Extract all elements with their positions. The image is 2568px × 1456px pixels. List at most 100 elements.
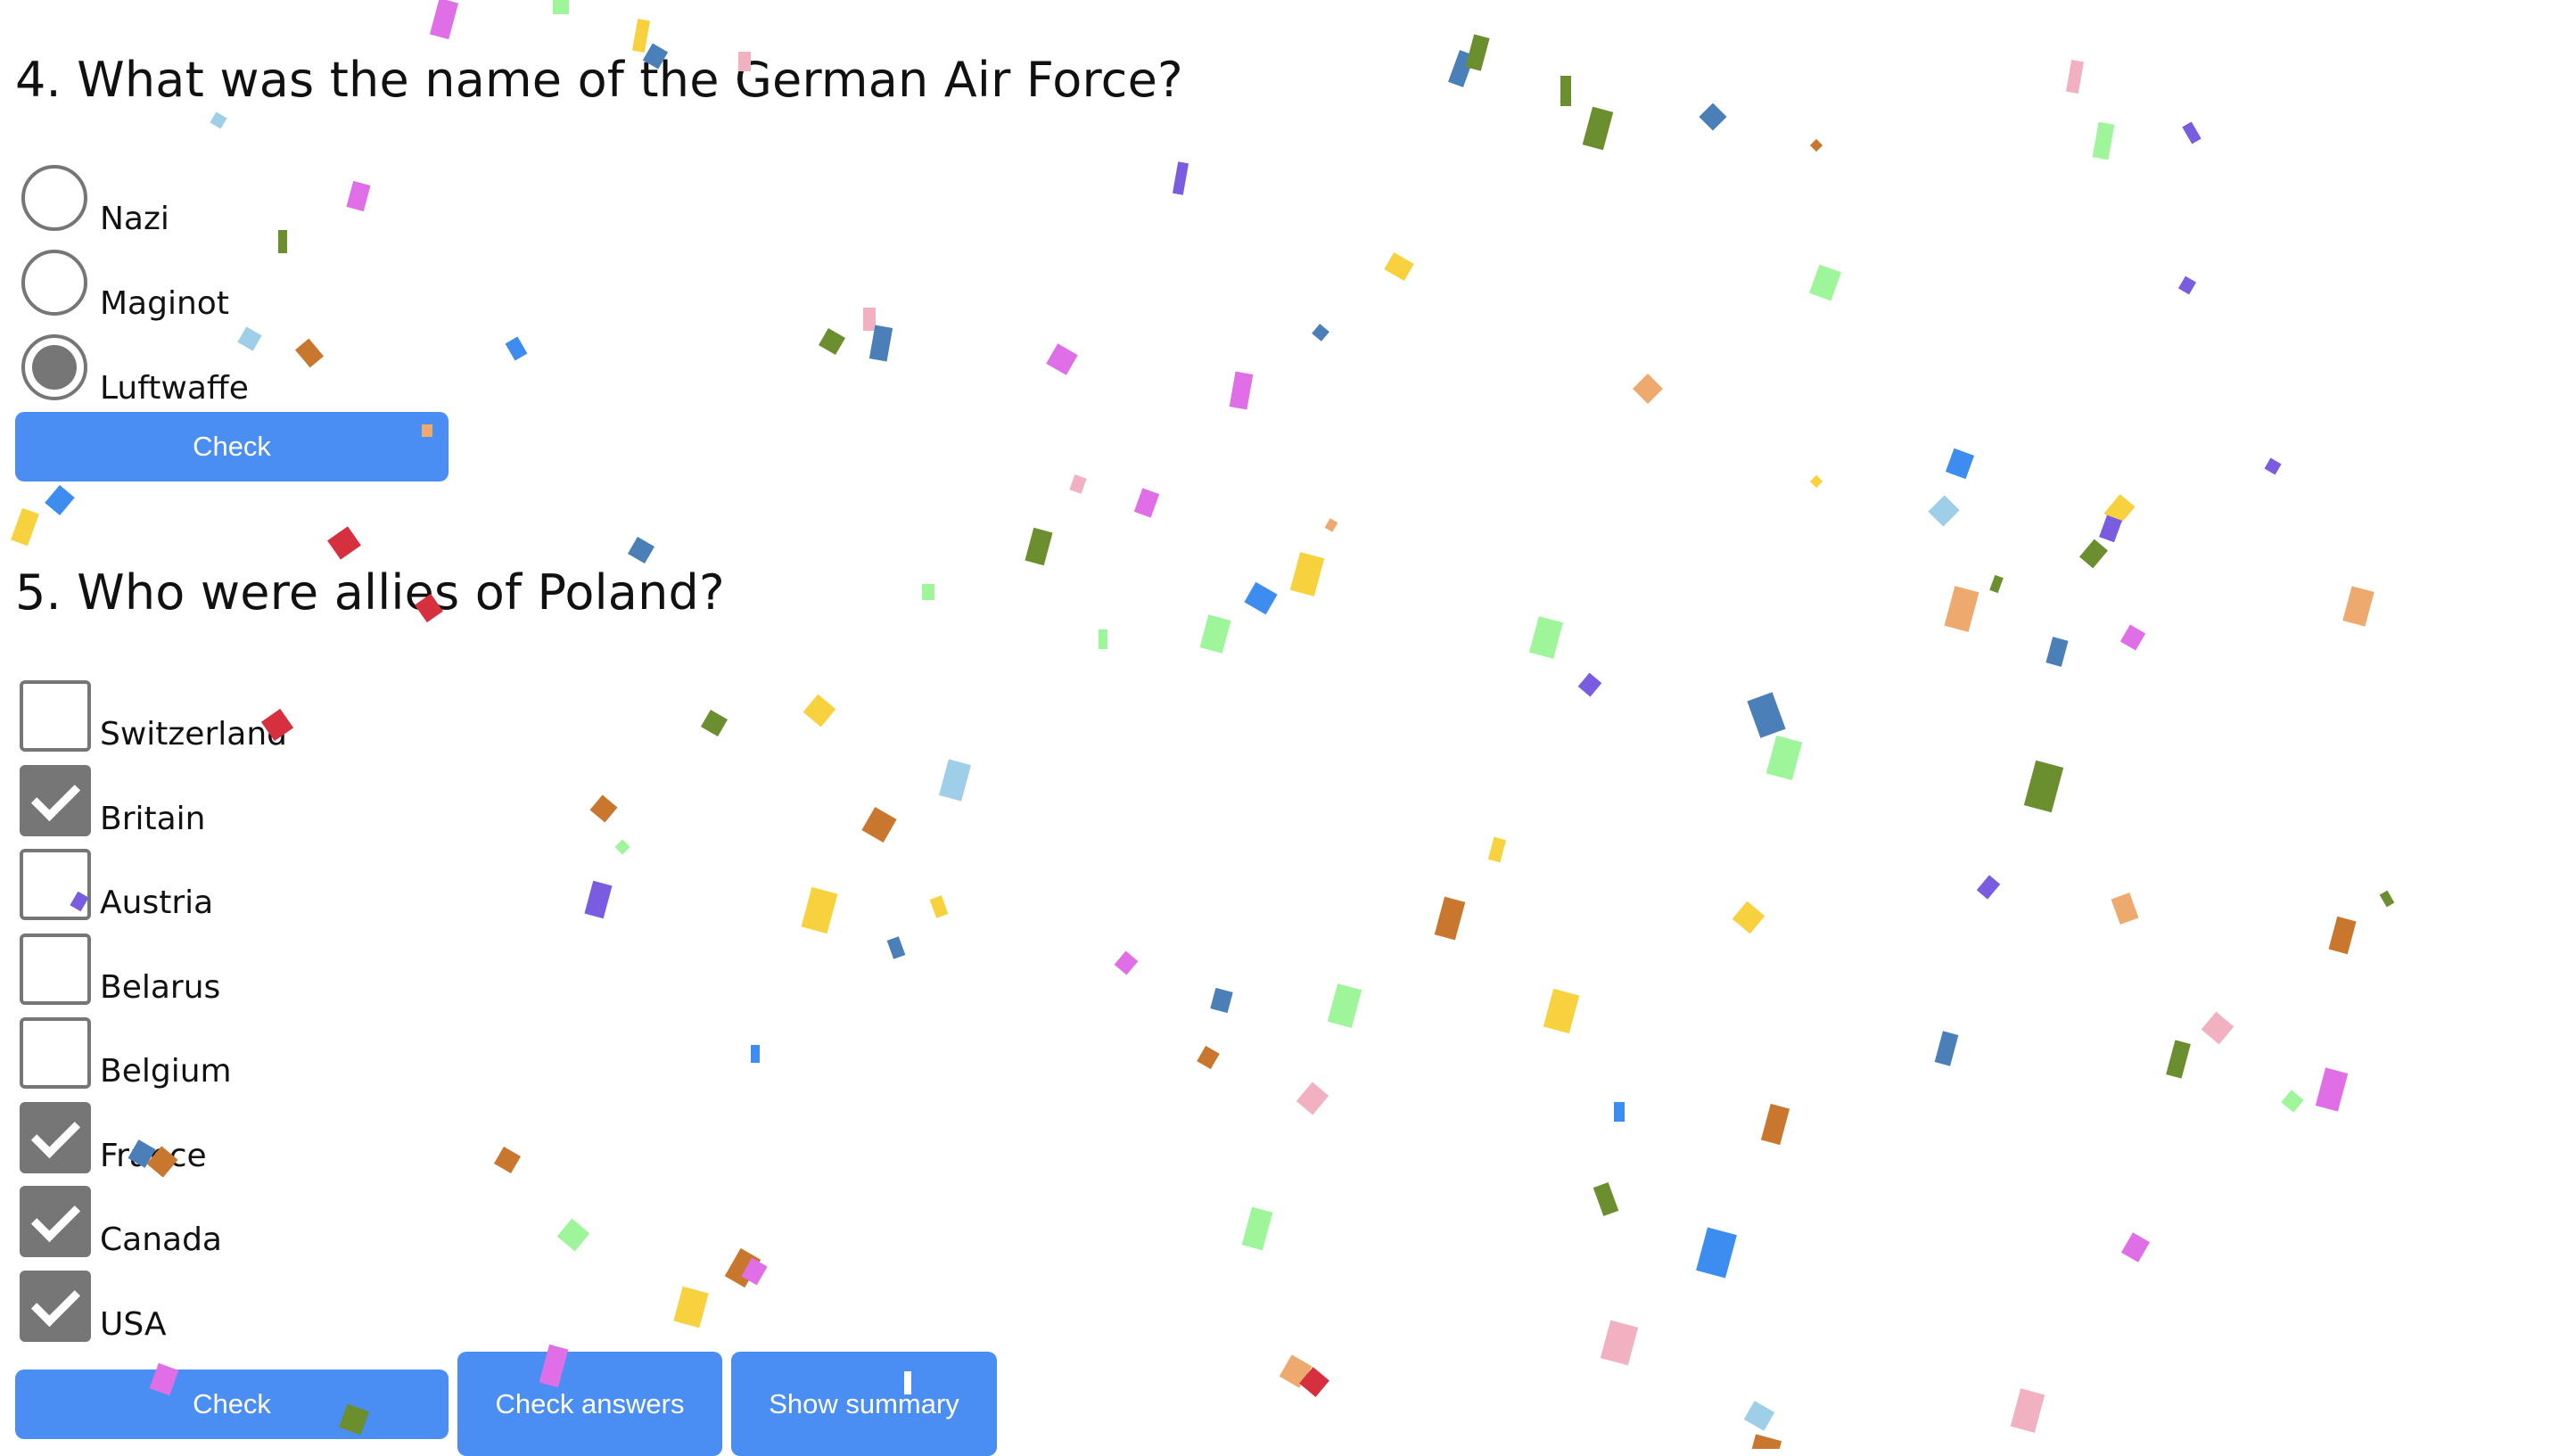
- q5-option-belarus[interactable]: Belarus: [20, 934, 483, 1014]
- checkbox[interactable]: [20, 680, 91, 752]
- confetti-piece: [45, 484, 75, 516]
- confetti-piece: [1229, 371, 1254, 410]
- confetti-piece: [1928, 495, 1960, 527]
- confetti-piece: [2379, 890, 2395, 908]
- confetti-piece: [1934, 1031, 1959, 1066]
- confetti-piece: [584, 880, 613, 919]
- confetti-piece: [2264, 457, 2282, 475]
- confetti-piece: [11, 507, 39, 547]
- q5-option-switzerland[interactable]: Switzerland: [20, 680, 483, 761]
- confetti-piece: [2177, 276, 2197, 295]
- confetti-piece: [1046, 343, 1078, 375]
- confetti-piece: [210, 111, 227, 129]
- confetti-piece: [922, 584, 934, 600]
- confetti-piece: [1732, 901, 1766, 934]
- confetti-piece: [1289, 552, 1325, 596]
- confetti-piece: [818, 327, 846, 356]
- option-label: Britain: [100, 801, 206, 837]
- option-label: Luftwaffe: [100, 370, 249, 407]
- checkbox[interactable]: [20, 1017, 91, 1089]
- confetti-piece: [1487, 836, 1507, 863]
- radio-button-selected[interactable]: [21, 334, 87, 400]
- q4-option-nazi[interactable]: Nazi: [20, 165, 483, 245]
- checkbox-checked[interactable]: [20, 765, 91, 836]
- option-label: Maginot: [100, 285, 229, 322]
- option-label: Switzerland: [100, 716, 287, 753]
- confetti-piece: [2201, 1011, 2235, 1045]
- confetti-piece: [2010, 1388, 2045, 1433]
- confetti-piece: [1989, 574, 2004, 594]
- confetti-piece: [1465, 34, 1490, 71]
- confetti-piece: [1743, 1401, 1775, 1431]
- confetti-piece: [1384, 251, 1414, 282]
- q5-check-button[interactable]: Check: [15, 1370, 449, 1439]
- checkbox-checked[interactable]: [20, 1271, 91, 1342]
- confetti-piece: [2023, 760, 2064, 813]
- q5-option-belgium[interactable]: Belgium: [20, 1017, 483, 1098]
- q5-option-france[interactable]: France: [20, 1102, 483, 1182]
- confetti-piece: [1312, 324, 1329, 341]
- confetti-piece: [1593, 1181, 1619, 1217]
- confetti-piece: [493, 1146, 522, 1174]
- check-answers-button[interactable]: Check answers: [457, 1352, 722, 1456]
- q4-option-maginot[interactable]: Maginot: [20, 250, 483, 330]
- confetti-piece: [1582, 106, 1614, 151]
- confetti-piece: [2045, 637, 2069, 667]
- confetti-piece: [1069, 474, 1087, 494]
- confetti-piece: [1025, 527, 1053, 566]
- show-summary-button[interactable]: Show summary: [731, 1352, 997, 1456]
- q4-check-button[interactable]: Check: [15, 412, 449, 481]
- q5-option-britain[interactable]: Britain: [20, 765, 483, 845]
- confetti-piece: [2328, 916, 2357, 955]
- confetti-piece: [2342, 586, 2375, 627]
- option-label: Nazi: [100, 201, 169, 237]
- confetti-piece: [1210, 987, 1233, 1014]
- confetti-piece: [1600, 1320, 1639, 1366]
- confetti-piece: [2092, 121, 2115, 160]
- confetti-piece: [2103, 494, 2136, 526]
- confetti-piece: [939, 759, 971, 802]
- q5-option-canada[interactable]: Canada: [20, 1186, 483, 1266]
- checkbox[interactable]: [20, 849, 91, 920]
- confetti-piece: [861, 807, 897, 843]
- confetti-piece: [2099, 514, 2122, 543]
- confetti-piece: [1699, 103, 1727, 131]
- confetti-piece: [627, 536, 655, 564]
- confetti-piece: [1241, 1206, 1273, 1251]
- confetti-piece: [1296, 1082, 1329, 1115]
- checkbox-checked[interactable]: [20, 1102, 91, 1173]
- confetti-piece: [2065, 60, 2085, 94]
- checkbox-checked[interactable]: [20, 1186, 91, 1257]
- q5-option-usa[interactable]: USA: [20, 1271, 483, 1351]
- confetti-piece: [327, 526, 361, 560]
- confetti-piece: [1809, 474, 1823, 489]
- radio-button[interactable]: [21, 165, 87, 231]
- confetti-piece: [631, 19, 651, 53]
- option-label: USA: [100, 1306, 167, 1343]
- confetti-piece: [1750, 1434, 1782, 1449]
- confetti-piece: [1614, 1102, 1625, 1122]
- radio-button[interactable]: [21, 250, 87, 316]
- q5-option-austria[interactable]: Austria: [20, 849, 483, 929]
- confetti-piece: [1633, 374, 1663, 404]
- confetti-piece: [1299, 1367, 1329, 1397]
- option-label: Belarus: [100, 969, 221, 1006]
- q4-option-luftwaffe[interactable]: Luftwaffe: [20, 334, 483, 415]
- confetti-piece: [1172, 161, 1189, 195]
- confetti-piece: [556, 1218, 590, 1252]
- confetti-piece: [1808, 264, 1842, 301]
- confetti-piece: [1197, 1045, 1220, 1070]
- confetti-piece: [2111, 893, 2139, 925]
- confetti-piece: [2182, 121, 2202, 144]
- confetti-piece: [2078, 539, 2109, 569]
- confetti-piece: [1324, 518, 1338, 532]
- confetti-piece: [863, 308, 876, 331]
- confetti-piece: [1543, 988, 1580, 1034]
- checkbox[interactable]: [20, 934, 91, 1005]
- confetti-piece: [724, 1247, 761, 1288]
- question-4-title: 4. What was the name of the German Air F…: [15, 52, 1183, 108]
- option-label: Belgium: [100, 1053, 232, 1090]
- confetti-piece: [429, 0, 459, 40]
- confetti-piece: [802, 694, 836, 728]
- confetti-piece: [801, 886, 838, 934]
